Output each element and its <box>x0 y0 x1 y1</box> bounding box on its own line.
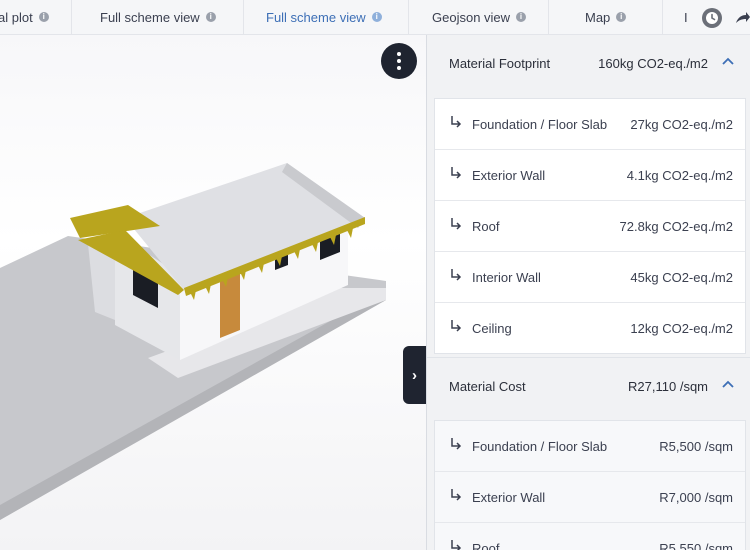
tab-label: Full scheme view <box>100 9 200 25</box>
material-cost-total: R27,110 /sqm <box>628 378 708 394</box>
tab-label: Map <box>585 9 611 25</box>
tab-full-scheme-view-active[interactable]: Full scheme view i <box>266 0 382 34</box>
subdirectory-arrow-icon <box>451 320 462 332</box>
footprint-row-ceiling: Ceiling 12kg CO2-eq./m2 <box>435 303 745 353</box>
building-3d-model <box>0 163 386 520</box>
row-value: 45kg CO2-eq./m2 <box>630 269 733 285</box>
material-cost-header[interactable]: Material Cost R27,110 /sqm <box>427 357 750 414</box>
row-value: 4.1kg CO2-eq./m2 <box>626 167 733 183</box>
row-value: 27kg CO2-eq./m2 <box>630 116 733 132</box>
info-icon[interactable]: i <box>616 12 627 22</box>
cost-row-foundation: Foundation / Floor Slab R5,500 /sqm <box>435 421 745 472</box>
row-value: R5,550 /sqm <box>659 540 733 550</box>
tab-full-scheme-view[interactable]: Full scheme view i <box>100 0 216 34</box>
more-vertical-icon[interactable] <box>381 43 417 79</box>
footprint-row-exterior-wall: Exterior Wall 4.1kg CO2-eq./m2 <box>435 150 745 201</box>
row-name: Ceiling <box>472 320 512 336</box>
tab-divider <box>71 0 72 34</box>
tab-divider <box>408 0 409 34</box>
footprint-row-interior-wall: Interior Wall 45kg CO2-eq./m2 <box>435 252 745 303</box>
cost-row-roof: Roof R5,550 /sqm <box>435 523 745 550</box>
cost-row-exterior-wall: Exterior Wall R7,000 /sqm <box>435 472 745 523</box>
tab-overflow[interactable]: I <box>684 0 688 34</box>
row-name: Foundation / Floor Slab <box>472 116 608 132</box>
tab-label: Full scheme view <box>266 9 366 25</box>
tab-plot[interactable]: al plot i <box>0 0 49 34</box>
tab-divider <box>548 0 549 34</box>
row-value: R5,500 /sqm <box>659 438 733 454</box>
subdirectory-arrow-icon <box>451 167 462 179</box>
view-tab-bar: al plot i Full scheme view i Full scheme… <box>0 0 750 35</box>
chevron-right-icon[interactable]: › <box>403 346 426 404</box>
share-icon[interactable] <box>732 8 750 28</box>
subdirectory-arrow-icon <box>451 438 462 450</box>
material-footprint-list: Foundation / Floor Slab 27kg CO2-eq./m2 … <box>434 98 746 354</box>
material-footprint-total: 160kg CO2-eq./m2 <box>598 55 708 71</box>
tab-geojson-view[interactable]: Geojson view i <box>432 0 527 34</box>
row-name: Roof <box>472 540 500 550</box>
subdirectory-arrow-icon <box>451 269 462 281</box>
info-icon[interactable]: i <box>371 12 382 22</box>
row-name: Interior Wall <box>472 269 541 285</box>
materials-panel: Material Footprint 160kg CO2-eq./m2 Foun… <box>426 35 750 550</box>
subdirectory-arrow-icon <box>451 116 462 128</box>
row-name: Exterior Wall <box>472 489 546 505</box>
row-value: 12kg CO2-eq./m2 <box>630 320 733 336</box>
tab-label: Geojson view <box>432 9 511 25</box>
material-cost-list: Foundation / Floor Slab R5,500 /sqm Exte… <box>434 420 746 550</box>
row-value: R7,000 /sqm <box>659 489 733 505</box>
chevron-up-icon[interactable] <box>721 54 735 68</box>
row-name: Exterior Wall <box>472 167 546 183</box>
footprint-row-roof: Roof 72.8kg CO2-eq./m2 <box>435 201 745 252</box>
material-footprint-label: Material Footprint <box>449 55 551 71</box>
clock-icon[interactable] <box>702 8 722 28</box>
row-value: 72.8kg CO2-eq./m2 <box>619 218 733 234</box>
info-icon[interactable]: i <box>38 12 49 22</box>
subdirectory-arrow-icon <box>451 218 462 230</box>
tab-map[interactable]: Map i <box>585 0 627 34</box>
tab-divider <box>243 0 244 34</box>
tab-label: al plot <box>0 9 33 25</box>
3d-viewport[interactable]: › <box>0 35 426 550</box>
row-name: Roof <box>472 218 500 234</box>
subdirectory-arrow-icon <box>451 540 462 550</box>
material-footprint-header[interactable]: Material Footprint 160kg CO2-eq./m2 <box>427 35 750 91</box>
footprint-row-foundation: Foundation / Floor Slab 27kg CO2-eq./m2 <box>435 99 745 150</box>
tab-divider <box>662 0 663 34</box>
tab-label: I <box>684 9 688 25</box>
chevron-up-icon[interactable] <box>721 377 735 391</box>
info-icon[interactable]: i <box>516 12 527 22</box>
subdirectory-arrow-icon <box>451 489 462 501</box>
material-cost-label: Material Cost <box>449 378 526 394</box>
row-name: Foundation / Floor Slab <box>472 438 608 454</box>
info-icon[interactable]: i <box>205 12 216 22</box>
